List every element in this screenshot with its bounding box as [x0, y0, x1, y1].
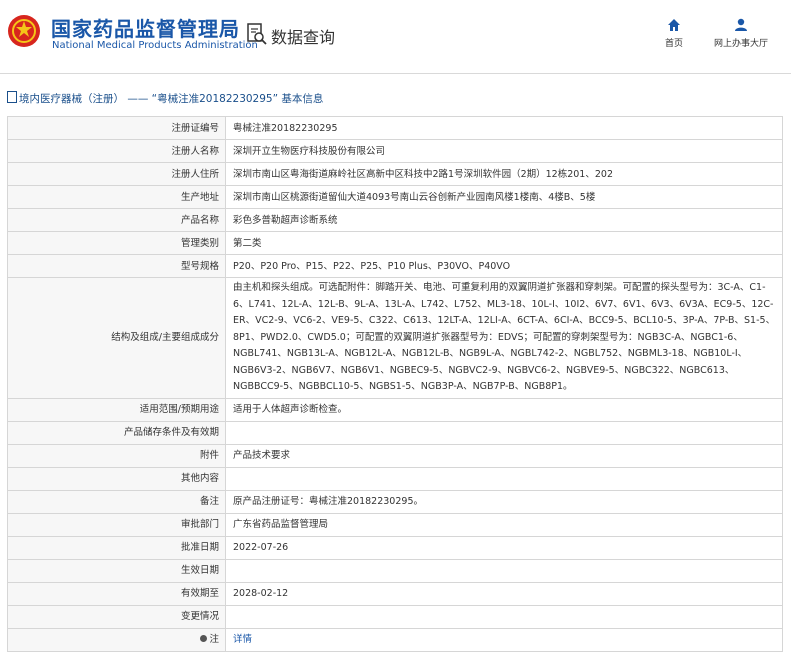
row-value — [225, 604, 783, 629]
row-value: 彩色多普勒超声诊断系统 — [225, 208, 783, 232]
row-key: 变更情况 — [7, 604, 226, 629]
table-row: 产品储存条件及有效期 — [7, 420, 783, 445]
table-row: 注册证编号 粤械注准20182230295 — [7, 116, 783, 140]
home-icon — [668, 19, 680, 31]
row-value — [225, 466, 783, 491]
row-key: 其他内容 — [7, 466, 226, 491]
row-value: P20、P20 Pro、P15、P22、P25、P10 Plus、P30VO、P… — [225, 254, 783, 278]
row-value: 深圳市南山区桃源街道留仙大道4093号南山云谷创新产业园南风楼1楼南、4楼B、5… — [225, 185, 783, 209]
table-row: 生产地址 深圳市南山区桃源街道留仙大道4093号南山云谷创新产业园南风楼1楼南、4… — [7, 185, 783, 209]
row-key: 生产地址 — [7, 185, 226, 209]
row-value: 深圳市南山区粤海街道麻岭社区高新中区科技中2路1号深圳软件园（2期）12栋201… — [225, 162, 783, 186]
row-key: 产品储存条件及有效期 — [7, 420, 226, 445]
table-row: 适用范围/预期用途 适用于人体超声诊断检查。 — [7, 397, 783, 422]
row-key: 批准日期 — [7, 535, 226, 560]
row-key: 备注 — [7, 489, 226, 514]
row-value — [225, 420, 783, 445]
site-logo-title[interactable]: 国家药品监督管理局 — [51, 13, 240, 42]
table-row: 管理类别 第二类 — [7, 231, 783, 255]
row-key: 注册人名称 — [7, 139, 226, 163]
table-row: 产品名称 彩色多普勒超声诊断系统 — [7, 208, 783, 232]
row-value: 产品技术要求 — [225, 443, 783, 468]
table-row: 批准日期 2022-07-26 — [7, 535, 783, 560]
row-key: 型号规格 — [7, 254, 226, 278]
row-key: 管理类别 — [7, 231, 226, 255]
data-query-label: 数据查询 — [271, 28, 336, 47]
details-link[interactable]: 详情 — [233, 634, 252, 645]
user-icon — [735, 18, 747, 31]
nav-online-service-hall[interactable]: 网上办事大厅 — [707, 18, 775, 49]
row-key: 产品名称 — [7, 208, 226, 232]
row-key: 审批部门 — [7, 512, 226, 537]
row-key: 附件 — [7, 443, 226, 468]
row-key-label: 注 — [209, 634, 219, 645]
row-value: 深圳开立生物医疗科技股份有限公司 — [225, 139, 783, 163]
row-value: 2028-02-12 — [225, 581, 783, 606]
row-key: 结构及组成/主要组成成分 — [7, 277, 226, 399]
row-value: 2022-07-26 — [225, 535, 783, 560]
breadcrumb-text: 境内医疗器械（注册） —— “粤械注准20182230295” 基本信息 — [19, 93, 324, 105]
national-emblem-icon — [8, 15, 40, 47]
table-row: 变更情况 — [7, 604, 783, 629]
table-row: 其他内容 — [7, 466, 783, 491]
table-row: 有效期至 2028-02-12 — [7, 581, 783, 606]
info-icon — [200, 635, 208, 642]
row-value: 原产品注册证号：粤械注准20182230295。 — [225, 489, 783, 514]
row-value: 粤械注准20182230295 — [225, 116, 783, 140]
row-value-note: 详情 — [225, 627, 783, 652]
row-value: 广东省药品监督管理局 — [225, 512, 783, 537]
row-key: 生效日期 — [7, 558, 226, 583]
row-key: 注册证编号 — [7, 116, 226, 140]
site-header: 国家药品监督管理局 National Medical Products Admi… — [0, 0, 791, 72]
detail-table: 注册证编号 粤械注准20182230295 注册人名称 深圳开立生物医疗科技股份有限… — [7, 116, 783, 652]
row-value — [225, 558, 783, 583]
row-key: 适用范围/预期用途 — [7, 397, 226, 422]
table-row: 注册人住所 深圳市南山区粤海街道麻岭社区高新中区科技中2路1号深圳软件园（2期）1… — [7, 162, 783, 186]
table-row: 结构及组成/主要组成成分 由主机和探头组成。可选配附件：脚踏开关、电池、可重复利用… — [7, 277, 783, 399]
nav-home-label: 首页 — [664, 39, 683, 49]
table-row: 注册人名称 深圳开立生物医疗科技股份有限公司 — [7, 139, 783, 163]
table-row: 附件 产品技术要求 — [7, 443, 783, 468]
table-row: 注 详情 — [7, 627, 783, 652]
table-row: 备注 原产品注册证号：粤械注准20182230295。 — [7, 489, 783, 514]
nav-home[interactable]: 首页 — [656, 18, 692, 49]
row-value: 第二类 — [225, 231, 783, 255]
search-document-icon — [247, 23, 267, 45]
site-logo-subtitle: National Medical Products Administration — [52, 40, 258, 51]
nav-hall-label: 网上办事大厅 — [713, 39, 768, 49]
table-row: 生效日期 — [7, 558, 783, 583]
header-divider — [0, 73, 791, 74]
document-icon — [7, 91, 17, 103]
breadcrumb: 境内医疗器械（注册） —— “粤械注准20182230295” 基本信息 — [7, 91, 323, 106]
row-key: 有效期至 — [7, 581, 226, 606]
row-key-note: 注 — [7, 627, 226, 652]
table-row: 审批部门 广东省药品监督管理局 — [7, 512, 783, 537]
row-value: 适用于人体超声诊断检查。 — [225, 397, 783, 422]
row-key: 注册人住所 — [7, 162, 226, 186]
table-row: 型号规格 P20、P20 Pro、P15、P22、P25、P10 Plus、P30… — [7, 254, 783, 278]
row-value: 由主机和探头组成。可选配附件：脚踏开关、电池、可重复利用的双翼阴道扩张器和穿刺架… — [225, 277, 783, 399]
